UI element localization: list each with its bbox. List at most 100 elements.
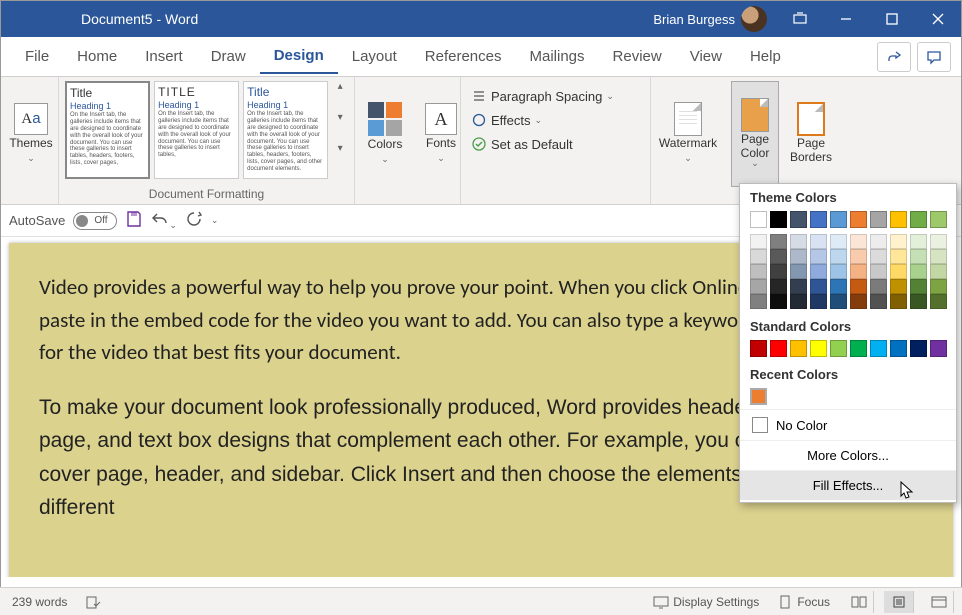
color-swatch[interactable] [790,279,807,294]
color-swatch[interactable] [810,234,827,249]
color-swatch[interactable] [930,264,947,279]
tab-mailings[interactable]: Mailings [516,40,599,73]
redo-button[interactable] [185,210,203,231]
print-layout-button[interactable] [884,591,914,613]
color-swatch[interactable] [870,279,887,294]
focus-button[interactable]: Focus [773,594,834,610]
tab-draw[interactable]: Draw [197,40,260,73]
color-swatch[interactable] [830,211,847,228]
color-swatch[interactable] [750,388,767,405]
tab-design[interactable]: Design [260,39,338,74]
more-colors-button[interactable]: More Colors... [740,440,956,470]
style-card[interactable]: TitleHeading 1On the Insert tab, the gal… [65,81,150,179]
color-swatch[interactable] [830,249,847,264]
no-color-button[interactable]: No Color [740,409,956,440]
autosave-toggle[interactable]: Off [73,212,117,230]
color-swatch[interactable] [850,279,867,294]
color-swatch[interactable] [830,234,847,249]
color-swatch[interactable] [810,340,827,357]
color-swatch[interactable] [810,211,827,228]
color-swatch[interactable] [850,211,867,228]
color-swatch[interactable] [790,249,807,264]
tab-view[interactable]: View [676,40,736,73]
close-button[interactable] [915,1,961,37]
color-swatch[interactable] [930,340,947,357]
color-swatch[interactable] [850,340,867,357]
color-swatch[interactable] [910,249,927,264]
style-gallery[interactable]: TitleHeading 1On the Insert tab, the gal… [65,81,348,187]
color-swatch[interactable] [850,234,867,249]
tab-review[interactable]: Review [599,40,676,73]
style-gallery-more-button[interactable]: ▴▾▾ [332,81,348,160]
color-swatch[interactable] [790,234,807,249]
tab-file[interactable]: File [11,40,63,73]
tab-layout[interactable]: Layout [338,40,411,73]
colors-button[interactable]: Colors⌄ [361,81,409,187]
color-swatch[interactable] [790,211,807,228]
color-swatch[interactable] [850,294,867,309]
color-swatch[interactable] [790,294,807,309]
themes-button[interactable]: Aa Themes⌄ [7,81,55,187]
display-settings-button[interactable]: Display Settings [649,594,763,610]
maximize-button[interactable] [869,1,915,37]
watermark-button[interactable]: Watermark⌄ [657,81,719,187]
color-swatch[interactable] [750,211,767,228]
word-count[interactable]: 239 words [8,595,71,609]
color-swatch[interactable] [890,264,907,279]
set-as-default-button[interactable]: Set as Default [467,133,577,155]
color-swatch[interactable] [810,294,827,309]
page-borders-button[interactable]: Page Borders [787,81,835,187]
style-card[interactable]: TitleHeading 1On the Insert tab, the gal… [243,81,328,179]
web-layout-button[interactable] [924,591,954,613]
color-swatch[interactable] [770,211,787,228]
color-swatch[interactable] [870,211,887,228]
color-swatch[interactable] [830,264,847,279]
page-color-button[interactable]: Page Color⌄ [731,81,779,187]
color-swatch[interactable] [790,264,807,279]
effects-button[interactable]: Effects⌄ [467,109,546,131]
color-swatch[interactable] [910,279,927,294]
color-swatch[interactable] [770,249,787,264]
undo-button[interactable]: ⌄ [151,210,177,231]
fonts-button[interactable]: A Fonts⌄ [417,81,465,187]
save-button[interactable] [125,210,143,231]
share-button[interactable] [877,42,911,72]
color-swatch[interactable] [750,294,767,309]
style-card[interactable]: TITLEHeading 1On the Insert tab, the gal… [154,81,239,179]
color-swatch[interactable] [750,234,767,249]
color-swatch[interactable] [750,340,767,357]
tab-home[interactable]: Home [63,40,131,73]
color-swatch[interactable] [750,279,767,294]
color-swatch[interactable] [870,264,887,279]
color-swatch[interactable] [810,249,827,264]
color-swatch[interactable] [910,294,927,309]
qat-customize-button[interactable]: ⌄ [211,215,219,226]
color-swatch[interactable] [930,294,947,309]
spell-check-button[interactable] [81,594,105,610]
color-swatch[interactable] [890,294,907,309]
paragraph-spacing-button[interactable]: Paragraph Spacing⌄ [467,85,618,107]
color-swatch[interactable] [770,340,787,357]
color-swatch[interactable] [830,294,847,309]
fill-effects-button[interactable]: Fill Effects... [740,470,956,500]
color-swatch[interactable] [890,249,907,264]
color-swatch[interactable] [930,279,947,294]
tab-help[interactable]: Help [736,40,795,73]
read-mode-button[interactable] [844,591,874,613]
color-swatch[interactable] [910,264,927,279]
ribbon-display-options-button[interactable] [777,1,823,37]
color-swatch[interactable] [930,234,947,249]
color-swatch[interactable] [850,264,867,279]
color-swatch[interactable] [930,249,947,264]
color-swatch[interactable] [910,211,927,228]
minimize-button[interactable] [823,1,869,37]
color-swatch[interactable] [870,234,887,249]
color-swatch[interactable] [770,234,787,249]
user-account[interactable]: Brian Burgess [653,6,767,32]
color-swatch[interactable] [770,264,787,279]
color-swatch[interactable] [870,294,887,309]
color-swatch[interactable] [850,249,867,264]
color-swatch[interactable] [890,279,907,294]
color-swatch[interactable] [750,249,767,264]
tab-references[interactable]: References [411,40,516,73]
